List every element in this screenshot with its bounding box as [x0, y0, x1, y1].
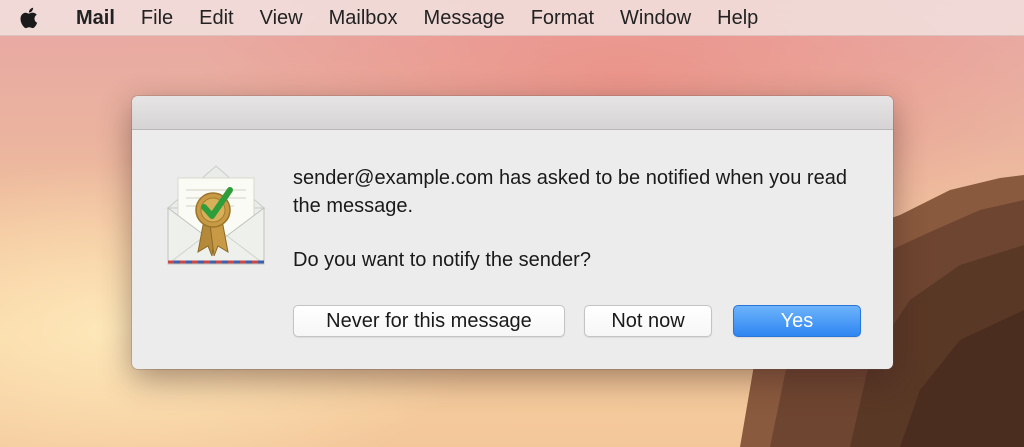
menu-file[interactable]: File: [128, 0, 186, 36]
yes-button[interactable]: Yes: [733, 305, 861, 337]
apple-logo-icon[interactable]: [0, 0, 60, 36]
never-for-this-message-button[interactable]: Never for this message: [293, 305, 565, 337]
menu-format[interactable]: Format: [518, 0, 607, 36]
menu-window[interactable]: Window: [607, 0, 704, 36]
menu-bar: Mail File Edit View Mailbox Message Form…: [0, 0, 1024, 36]
dialog-message: sender@example.com has asked to be notif…: [293, 167, 847, 217]
menu-app-mail[interactable]: Mail: [60, 0, 128, 36]
dialog-titlebar: [132, 96, 893, 130]
not-now-button[interactable]: Not now: [584, 305, 712, 337]
menu-edit[interactable]: Edit: [186, 0, 246, 36]
menu-view[interactable]: View: [247, 0, 316, 36]
read-receipt-dialog: sender@example.com has asked to be notif…: [132, 96, 893, 369]
envelope-read-receipt-icon: [166, 165, 266, 265]
menu-help[interactable]: Help: [704, 0, 771, 36]
dialog-question: Do you want to notify the sender?: [293, 249, 591, 271]
menu-message[interactable]: Message: [411, 0, 518, 36]
menu-mailbox[interactable]: Mailbox: [316, 0, 411, 36]
